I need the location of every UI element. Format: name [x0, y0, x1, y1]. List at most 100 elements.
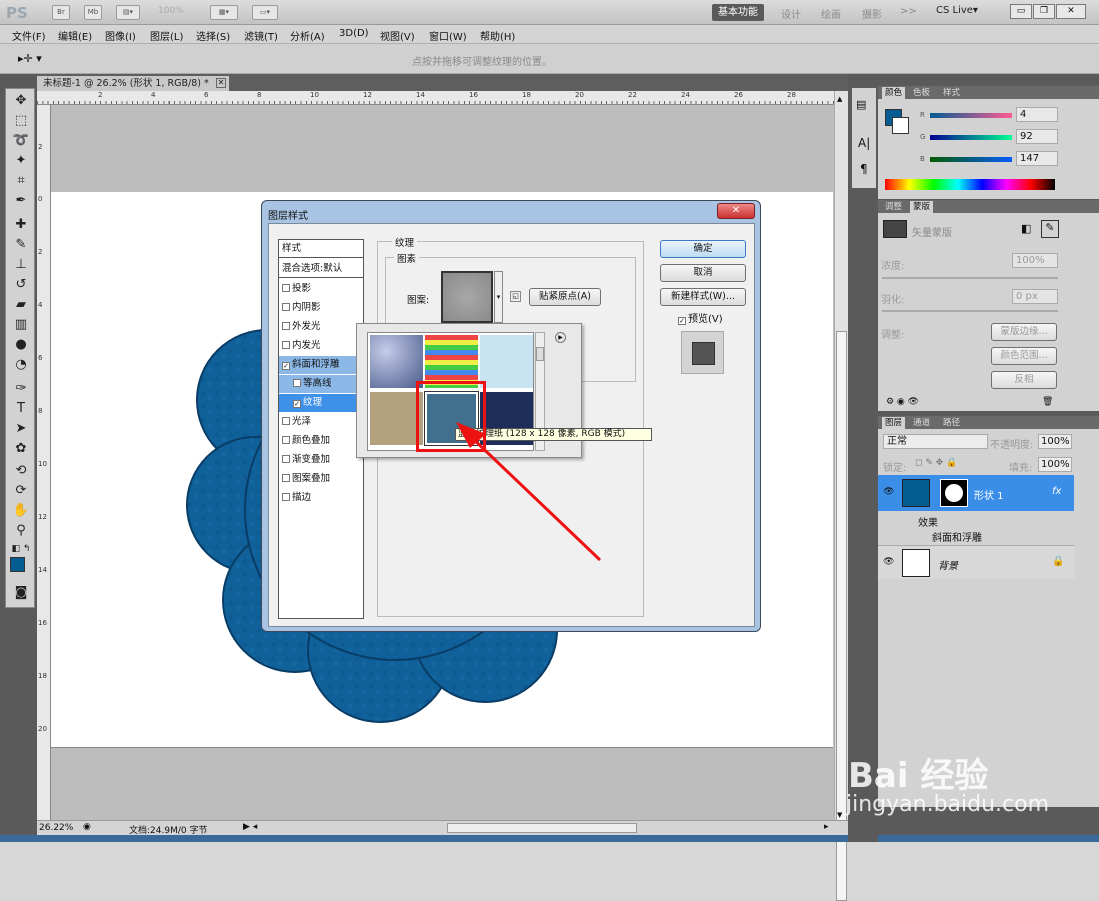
style-item-inner-glow[interactable]: 内发光	[279, 337, 363, 355]
move-tool-preset-icon[interactable]: ▸✛ ▾	[18, 52, 42, 65]
feather-value[interactable]: 0 px	[1012, 289, 1058, 304]
pen-tool-icon[interactable]: ✑	[11, 381, 31, 397]
style-item-texture[interactable]: ✓ 纹理	[279, 394, 363, 412]
dialog-close-button[interactable]: ✕	[717, 203, 755, 219]
style-item-bevel-emboss[interactable]: ✓ 斜面和浮雕	[279, 356, 363, 374]
menu-select[interactable]: 选择(S)	[196, 28, 230, 43]
screen-mode-icon[interactable]: ▭▾	[252, 5, 278, 20]
checkbox[interactable]	[282, 455, 290, 463]
minibridge-icon[interactable]: Mb	[84, 5, 102, 20]
status-zoom[interactable]: 26.22%	[39, 823, 73, 833]
r-slider[interactable]	[930, 113, 1012, 118]
path-select-icon[interactable]: ➤	[11, 421, 31, 437]
g-value[interactable]: 92	[1016, 129, 1058, 144]
character-panel-icon[interactable]: A|	[858, 136, 870, 150]
lock-icons[interactable]: ◻ ✎ ✥ 🔒	[915, 458, 957, 468]
scroll-up-icon[interactable]: ▲	[837, 95, 842, 103]
tab-layers[interactable]: 图层	[882, 417, 906, 429]
opacity-value[interactable]: 100%	[1038, 434, 1072, 449]
custom-shape-icon[interactable]: ✿	[11, 441, 31, 457]
visibility-eye-icon[interactable]: 👁	[883, 487, 894, 497]
checkbox[interactable]	[282, 303, 290, 311]
move-tool-icon[interactable]: ✥	[11, 93, 31, 109]
menu-3d[interactable]: 3D(D)	[339, 28, 369, 39]
eraser-icon[interactable]: ▰	[11, 297, 31, 313]
horizontal-scroll-thumb[interactable]	[447, 823, 637, 833]
mask-delete-icon[interactable]: 🗑	[1042, 397, 1053, 407]
scroll-down-icon[interactable]: ▼	[837, 811, 842, 819]
menu-view[interactable]: 视图(V)	[380, 28, 415, 43]
checkbox[interactable]	[282, 417, 290, 425]
healing-brush-icon[interactable]: ✚	[11, 217, 31, 233]
snap-origin-button[interactable]: 贴紧原点(A)	[529, 288, 601, 306]
pattern-dropdown-arrow[interactable]: ▾	[494, 271, 503, 323]
style-item-gradient-overlay[interactable]: 渐变叠加	[279, 451, 363, 469]
blur-tool-icon[interactable]: ●	[11, 337, 31, 353]
menu-edit[interactable]: 编辑(E)	[58, 28, 92, 43]
fill-value[interactable]: 100%	[1038, 457, 1072, 472]
tab-color[interactable]: 颜色	[882, 87, 906, 99]
3d-rotate-icon[interactable]: ⟲	[11, 463, 31, 479]
status-zoom-icon[interactable]: ◉	[83, 822, 91, 832]
magic-wand-icon[interactable]: ✦	[11, 153, 31, 169]
style-item-pattern-overlay[interactable]: 图案叠加	[279, 470, 363, 488]
style-item-stroke[interactable]: 描边	[279, 489, 363, 507]
brush-tool-icon[interactable]: ✎	[11, 237, 31, 253]
cs-live-button[interactable]: CS Live▾	[936, 5, 978, 16]
checkbox[interactable]	[282, 284, 290, 292]
mask-edge-button[interactable]: 蒙版边缘...	[991, 323, 1057, 341]
status-menu-icon[interactable]: ▶ ◂	[243, 822, 257, 832]
blend-options-item[interactable]: 混合选项:默认	[279, 260, 363, 278]
style-item-contour[interactable]: 等高线	[279, 375, 363, 393]
pixel-mask-icon[interactable]: ◧	[1021, 222, 1031, 235]
minimize-button[interactable]: ▭	[1010, 4, 1032, 19]
tab-channels[interactable]: 通道	[910, 417, 933, 429]
restore-button[interactable]: ❐	[1033, 4, 1055, 19]
style-item-inner-shadow[interactable]: 内阴影	[279, 299, 363, 317]
tab-paths[interactable]: 路径	[940, 417, 963, 429]
feather-slider[interactable]	[882, 310, 1058, 312]
blend-mode-select[interactable]: 正常	[883, 434, 988, 449]
3d-orbit-icon[interactable]: ⟳	[11, 483, 31, 499]
color-range-button[interactable]: 颜色范围...	[991, 347, 1057, 365]
style-item-outer-glow[interactable]: 外发光	[279, 318, 363, 336]
pattern-light-blue[interactable]	[480, 335, 533, 388]
layer-row-background[interactable]: 👁 背景 🔒	[878, 545, 1074, 579]
lasso-tool-icon[interactable]: ➰	[11, 133, 31, 149]
checkbox[interactable]	[282, 474, 290, 482]
menu-window[interactable]: 窗口(W)	[429, 28, 467, 43]
default-colors-icon[interactable]: ◧ ↰	[11, 541, 31, 557]
menu-help[interactable]: 帮助(H)	[480, 28, 515, 43]
close-button[interactable]: ✕	[1056, 4, 1086, 19]
invert-button[interactable]: 反相	[991, 371, 1057, 389]
checkbox[interactable]: ✓	[282, 362, 290, 370]
menu-analysis[interactable]: 分析(A)	[290, 28, 325, 43]
density-slider[interactable]	[882, 277, 1058, 279]
effect-bevel[interactable]: 斜面和浮雕	[932, 529, 982, 544]
vector-mask-button[interactable]: ✎	[1041, 220, 1059, 238]
b-slider[interactable]	[930, 157, 1012, 162]
color-spectrum-bar[interactable]	[885, 179, 1055, 190]
checkbox[interactable]	[282, 493, 290, 501]
zoom-tool-icon[interactable]: ⚲	[11, 523, 31, 539]
document-tab[interactable]: 未标题-1 @ 26.2% (形状 1, RGB/8) * ✕	[37, 76, 229, 91]
bg-color-swatch[interactable]	[892, 117, 909, 134]
clone-stamp-icon[interactable]: ⊥	[11, 257, 31, 273]
picker-menu-icon[interactable]: ▶	[555, 332, 566, 343]
b-value[interactable]: 147	[1016, 151, 1058, 166]
tab-styles[interactable]: 样式	[940, 87, 963, 99]
pattern-swatch[interactable]	[441, 271, 493, 323]
style-item-drop-shadow[interactable]: 投影	[279, 280, 363, 298]
eyedropper-icon[interactable]: ✒	[11, 193, 31, 209]
checkbox[interactable]: ✓	[293, 400, 301, 408]
hand-tool-icon[interactable]: ✋	[11, 503, 31, 519]
preview-checkbox[interactable]: ✓ 预览(V)	[678, 310, 723, 325]
gradient-tool-icon[interactable]: ▥	[11, 317, 31, 333]
history-panel-icon[interactable]: ▤	[856, 98, 866, 111]
new-preset-icon[interactable]: ◱	[510, 291, 521, 302]
style-item-satin[interactable]: 光泽	[279, 413, 363, 431]
foreground-color-swatch[interactable]	[10, 557, 25, 572]
g-slider[interactable]	[930, 135, 1012, 140]
density-value[interactable]: 100%	[1012, 253, 1058, 268]
vertical-scrollbar[interactable]: ▲ ▼	[834, 91, 848, 901]
